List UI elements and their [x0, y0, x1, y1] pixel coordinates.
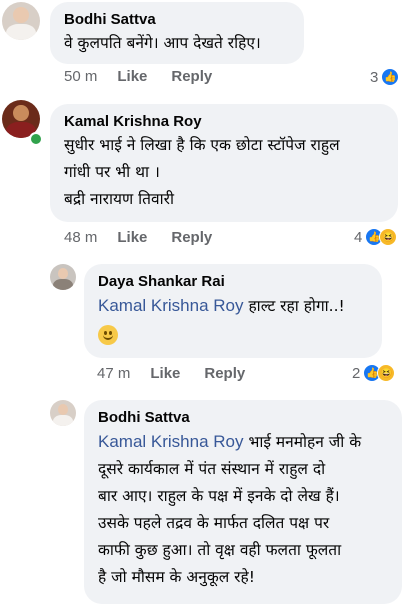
comment-text: वे कुलपति बनेंगे। आप देखते रहिए।: [64, 34, 261, 52]
comment-text: Kamal Krishna Roy हाल्ट रहा होगा..!: [98, 292, 368, 320]
online-status-icon: [29, 132, 43, 146]
comment-actions: 50 m Like Reply: [64, 68, 236, 85]
reaction-summary[interactable]: 2 👍 😆: [352, 364, 396, 382]
comment-text-line: सुधीर भाई ने लिखा है कि एक छोटा स्टॉपेज …: [64, 136, 340, 154]
comment-author[interactable]: Bodhi Sattva: [98, 408, 388, 428]
comment-author[interactable]: Bodhi Sattva: [64, 10, 290, 30]
reaction-count: 3: [370, 68, 379, 86]
reaction-count: 2: [352, 364, 361, 382]
comment-text-line: उसके पहले तद्रव के मार्फत दलित पक्ष पर: [98, 514, 330, 532]
comment-timestamp[interactable]: 50 m: [64, 68, 97, 85]
mention-link[interactable]: Kamal Krishna Roy: [98, 432, 244, 451]
like-button[interactable]: Like: [150, 365, 180, 382]
reaction-summary[interactable]: 4 👍 😆: [354, 228, 398, 246]
avatar[interactable]: [50, 400, 76, 426]
comment-author[interactable]: Daya Shankar Rai: [98, 272, 368, 292]
comment-author[interactable]: Kamal Krishna Roy: [64, 112, 384, 132]
comment-bubble: Bodhi Sattva वे कुलपति बनेंगे। आप देखते …: [50, 2, 304, 64]
comment-actions: 48 m Like Reply: [64, 229, 236, 246]
comment-bubble: Bodhi Sattva Kamal Krishna Roy भाई मनमोह…: [84, 400, 402, 604]
comment-text-line: दूसरे कार्यकाल में पंत संस्थान में राहुल…: [98, 460, 326, 478]
comment-timestamp[interactable]: 48 m: [64, 229, 97, 246]
reply-button[interactable]: Reply: [204, 365, 245, 382]
haha-icon: 😆: [379, 228, 398, 246]
avatar[interactable]: [50, 264, 76, 290]
smile-emoji: [98, 324, 118, 345]
comment-text-line: बार आए। राहुल के पक्ष में इनके दो लेख है…: [98, 487, 340, 505]
comment-text-span: भाई मनमोहन जी के: [243, 433, 362, 451]
like-button[interactable]: Like: [117, 229, 147, 246]
reply-button[interactable]: Reply: [171, 68, 212, 85]
reaction-summary[interactable]: 3 👍: [370, 68, 400, 86]
reply-button[interactable]: Reply: [171, 229, 212, 246]
mention-link[interactable]: Kamal Krishna Roy: [98, 296, 244, 315]
avatar[interactable]: [2, 2, 40, 40]
comment-timestamp[interactable]: 47 m: [97, 365, 130, 382]
like-icon: 👍: [381, 68, 400, 86]
reaction-count: 4: [354, 228, 363, 246]
comment-text-line: गांधी पर भी था ।: [64, 163, 160, 181]
comment-text-line: Kamal Krishna Roy भाई मनमोहन जी के: [98, 428, 388, 456]
comment-text-span: हाल्ट रहा होगा..!: [243, 297, 345, 315]
comment-text-line: बद्री नारायण तिवारी: [64, 190, 174, 208]
comment-actions: 47 m Like Reply: [97, 365, 269, 382]
comment-text-line: है जो मौसम के अनुकूल रहे!: [98, 568, 255, 586]
comment-bubble: Daya Shankar Rai Kamal Krishna Roy हाल्ट…: [84, 264, 382, 358]
haha-icon: 😆: [377, 364, 396, 382]
like-button[interactable]: Like: [117, 68, 147, 85]
comment-bubble: Kamal Krishna Roy सुधीर भाई ने लिखा है क…: [50, 104, 398, 222]
comment-text-line: काफी कुछ हुआ। तो वृक्ष वही फलता फूलता: [98, 541, 342, 559]
